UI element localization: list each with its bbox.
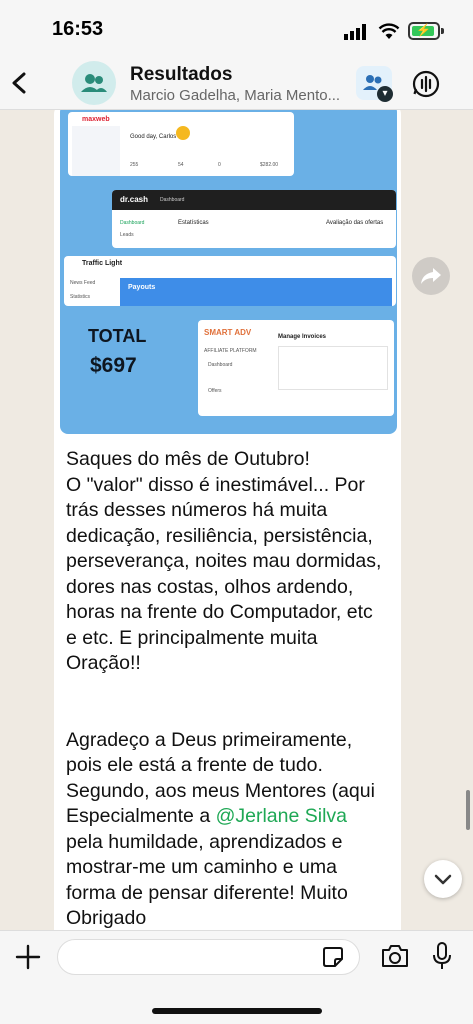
trafficlight-menu-newsfeed: News Feed [70,280,96,286]
smartadv-dashboard-card: SMART ADV AFFILIATE PLATFORM Dashboard O… [198,320,394,416]
drcash-menu-dashboard: Dashboard [120,220,145,226]
mention-link[interactable]: @Jerlane Silva [216,805,347,827]
smartadv-menu-offers: Offers [208,388,222,394]
drcash-tab: Dashboard [160,197,185,203]
chat-area[interactable]: maxweb Good day, Carlos 255 54 0 $282.00… [0,110,473,930]
chevron-down-icon: ▾ [377,86,393,102]
smile-emoji-icon [176,126,190,140]
maxweb-value-2: 54 [178,162,184,168]
trafficlight-dashboard-card: Traffic Light News Feed Statistics Payou… [64,256,396,306]
charging-icon: ⚡ [416,23,431,37]
camera-button[interactable] [380,943,410,969]
drcash-topbar [112,190,396,210]
drcash-logo: dr.cash [120,195,149,204]
maxweb-value-3: 0 [218,162,221,168]
back-button[interactable] [8,66,32,100]
maxweb-dashboard-card: maxweb Good day, Carlos 255 54 0 $282.00 [68,112,294,176]
total-label: TOTAL [88,326,147,346]
maxweb-greeting: Good day, Carlos [130,134,177,140]
message-input[interactable] [57,939,360,975]
wifi-icon [378,23,400,39]
maxweb-value-1: 255 [130,162,139,168]
forward-button[interactable] [412,257,450,295]
smartadv-platform-label: AFFILIATE PLATFORM [204,348,257,354]
smartadv-logo: SMART ADV [204,328,252,337]
scroll-to-bottom-button[interactable] [424,860,462,898]
smartadv-menu-dashboard: Dashboard [208,362,233,368]
status-time: 16:53 [52,18,104,40]
group-avatar[interactable] [72,61,116,105]
message-text: Saques do mês de Outubro! O "valor" diss… [66,447,386,930]
drcash-heading: Estatísticas [178,220,209,226]
total-value: $697 [90,354,137,377]
trafficlight-banner [120,278,392,306]
audio-call-button[interactable] [410,68,442,100]
trafficlight-logo: Traffic Light [82,260,123,267]
drcash-side-heading: Avaliação das ofertas [326,220,384,226]
message-paragraph-2: Agradeço a Deus primeiramente, pois ele … [66,702,386,930]
chevron-down-icon [434,874,452,885]
trafficlight-banner-title: Payouts [128,284,156,291]
message-image[interactable]: maxweb Good day, Carlos 255 54 0 $282.00… [60,110,397,434]
attach-button[interactable] [14,943,42,971]
battery-tip [441,28,444,34]
scrollbar[interactable] [466,790,470,830]
smartadv-heading: Manage Invoices [278,334,327,340]
sticker-button[interactable] [321,945,345,969]
status-bar: 16:53 ⚡ [0,0,473,56]
group-participants[interactable]: Marcio Gadelha, Maria Mento... [130,87,340,104]
home-indicator[interactable] [152,1008,322,1014]
drcash-menu-leads: Leads [120,232,134,238]
input-bar [0,930,473,1024]
smartadv-invoice-panel [278,346,388,390]
message-bubble[interactable]: maxweb Good day, Carlos 255 54 0 $282.00… [54,110,401,930]
chat-header: Resultados Marcio Gadelha, Maria Mento..… [0,56,473,110]
maxweb-value-4: $282.00 [260,162,279,168]
maxweb-sidebar [72,126,120,176]
maxweb-logo: maxweb [82,116,110,123]
group-icon [81,74,107,92]
microphone-button[interactable] [430,941,454,971]
message-text-part: pela humildade, aprendizados e mostrar-m… [66,830,348,930]
message-paragraph-1: Saques do mês de Outubro! O "valor" diss… [66,448,382,674]
group-title[interactable]: Resultados [130,64,232,86]
forward-icon [421,268,441,284]
drcash-dashboard-card: dr.cash Dashboard Dashboard Leads Estatí… [112,190,396,248]
trafficlight-menu-statistics: Statistics [70,294,91,300]
cellular-signal-icon [344,24,366,40]
